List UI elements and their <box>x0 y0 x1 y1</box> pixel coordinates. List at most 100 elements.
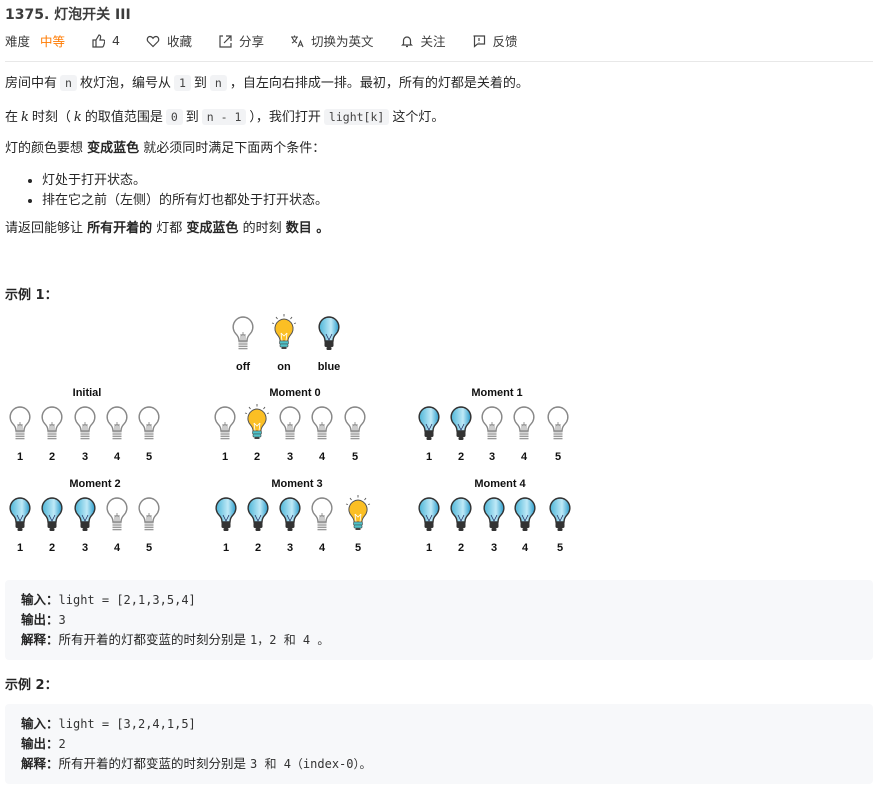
bulb-on-icon <box>345 495 371 539</box>
bulb-number: 2 <box>457 451 465 463</box>
bulb-blue-icon <box>72 495 98 539</box>
share-icon <box>219 34 232 48</box>
bulb-blue-icon <box>245 495 271 539</box>
bulb-blue-icon <box>448 404 474 448</box>
heart-icon <box>146 35 160 47</box>
example-2-heading: 示例 2： <box>5 678 58 693</box>
bulb-blue-icon <box>416 404 442 448</box>
bulb-blue-icon <box>7 495 33 539</box>
bulb-number: 2 <box>48 542 56 554</box>
description-paragraph: 请返回能够让 所有开着的 灯都 变成蓝色 的时刻 数目 。 <box>5 219 329 239</box>
bulb-number: 4 <box>318 451 326 463</box>
bulb-number: 3 <box>490 542 498 554</box>
text-segment: 的取值范围是 <box>84 110 163 125</box>
bulb-number: 4 <box>520 451 528 463</box>
bulb-blue-icon <box>448 495 474 539</box>
bulb-off-icon <box>104 495 130 539</box>
bold-text: 数目 。 <box>285 221 330 236</box>
bulb-off-icon <box>309 495 335 539</box>
bulb-off-icon <box>277 404 303 448</box>
action-thumbs-up[interactable]: 4 <box>91 31 120 50</box>
text-segment: 到 <box>193 76 207 91</box>
bulb-off-icon <box>104 404 130 448</box>
legend-label: off <box>235 361 251 373</box>
bulb-blue-icon <box>512 495 538 539</box>
bulb-blue-icon <box>547 495 573 539</box>
explain-code: 1，2 和 4 。 <box>250 633 330 647</box>
feedback-icon <box>473 34 485 48</box>
bulb-number: 4 <box>318 542 326 554</box>
description-paragraph: 房间中有 n 枚灯泡，编号从 1 到 n ，自左向右排成一排。最初，所有的灯都是关着的。 <box>5 73 529 94</box>
bulb-off-icon <box>136 404 162 448</box>
bulb-number: 4 <box>113 542 121 554</box>
bulb-number: 2 <box>48 451 56 463</box>
bulb-number: 5 <box>556 542 564 554</box>
divider <box>5 61 873 62</box>
bulb-blue-icon <box>481 495 507 539</box>
bulb-number: 1 <box>425 542 433 554</box>
text-segment: 就必须同时满足下面两个条件： <box>139 141 326 156</box>
translate-icon <box>291 35 304 47</box>
problem-meta-bar: 难度 中等 4 收藏 分享 切换为英文 关注 反馈 <box>5 31 544 50</box>
bulb-off-icon <box>511 404 537 448</box>
bulb-number: 4 <box>521 542 529 554</box>
action-heart[interactable]: 收藏 <box>146 31 192 50</box>
bulb-number: 4 <box>113 451 121 463</box>
action-feedback[interactable]: 反馈 <box>472 31 518 50</box>
text-segment: 这个灯。 <box>392 110 445 125</box>
bulb-number: 1 <box>222 542 230 554</box>
bold-text: 所有开着的 <box>87 221 153 236</box>
bulb-blue-icon <box>316 314 342 358</box>
bulb-on-icon <box>271 314 297 358</box>
bulb-number: 3 <box>488 451 496 463</box>
bulb-off-icon <box>309 404 335 448</box>
explain-text: 所有开着的灯都变蓝的时刻分别是 <box>58 756 247 771</box>
bold-text: 变成蓝色 <box>186 221 239 236</box>
bulb-number: 1 <box>221 451 229 463</box>
condition-list: 灯处于打开状态。 排在它之前（左侧）的所有灯也都处于打开状态。 <box>28 171 328 211</box>
text-segment: 请返回能够让 <box>5 221 88 236</box>
math-var: k <box>73 110 82 125</box>
action-share[interactable]: 分享 <box>218 31 264 50</box>
action-label: 分享 <box>239 34 265 49</box>
action-label: 4 <box>112 33 120 48</box>
legend-label: blue <box>317 361 341 373</box>
text-segment: ），我们打开 <box>249 110 321 125</box>
bulb-off-icon <box>39 404 65 448</box>
condition-item: 灯处于打开状态。 <box>42 171 328 191</box>
moment-title: Moment 1 <box>471 387 523 399</box>
action-label: 切换为英文 <box>311 34 374 49</box>
math-var: k <box>21 110 29 125</box>
inline-code: light[k] <box>323 109 390 125</box>
action-label: 反馈 <box>492 34 518 49</box>
inline-code: 1 <box>173 75 191 91</box>
text-segment: 时刻（ <box>31 110 71 125</box>
moment-title: Moment 2 <box>69 478 121 490</box>
moment-title: Moment 4 <box>474 478 526 490</box>
bulb-off-icon <box>136 495 162 539</box>
bulb-number: 1 <box>425 451 433 463</box>
description-paragraph: 在 k 时刻（ k 的取值范围是 0 到 n - 1 ），我们打开 light[k] 这个灯。 <box>5 107 444 128</box>
bulb-off-icon <box>230 314 256 358</box>
thumbs-up-icon <box>92 33 106 48</box>
action-bell[interactable]: 关注 <box>400 31 446 50</box>
condition-item: 排在它之前（左侧）的所有灯也都处于打开状态。 <box>42 191 328 211</box>
output-value: 2 <box>58 737 66 751</box>
input-value: light = [3,2,4,1,5] <box>58 717 196 731</box>
bulb-off-icon <box>545 404 571 448</box>
bell-icon <box>400 35 413 47</box>
inline-code: n <box>209 75 227 91</box>
text-segment: 灯的颜色要想 <box>5 141 88 156</box>
action-label: 关注 <box>420 34 446 49</box>
bulb-number: 2 <box>253 451 261 463</box>
text-segment: 到 <box>185 110 199 125</box>
bulb-number: 1 <box>16 451 24 463</box>
bulb-off-icon <box>342 404 368 448</box>
bulb-off-icon <box>479 404 505 448</box>
text-segment: 灯都 <box>152 221 187 236</box>
example-2-block: 输入：light = [3,2,4,1,5] 输出：2 解释：所有开着的灯都变蓝… <box>5 704 873 784</box>
inline-code: n - 1 <box>201 109 247 125</box>
bulb-off-icon <box>72 404 98 448</box>
action-translate[interactable]: 切换为英文 <box>290 31 374 50</box>
bulb-blue-icon <box>277 495 303 539</box>
